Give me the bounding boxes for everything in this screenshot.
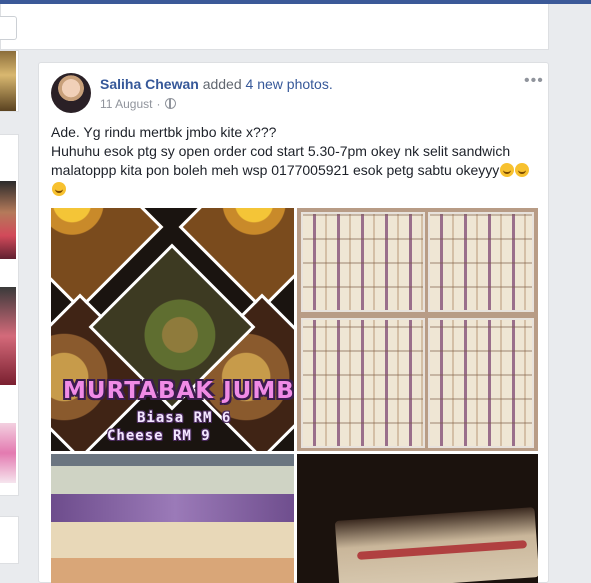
post-meta: 11 August · [100,97,176,111]
previous-post-card [0,4,549,50]
author-name-link[interactable]: Saliha Chewan [100,76,199,92]
post-text-line: Huhuhu esok ptg sy open order cod start … [51,142,541,199]
post-photo-sandwich-boxes[interactable] [297,208,538,451]
murtabak-banner-title: MURTABAK JUMBO [63,378,294,404]
post-photo-sandwich-closeup[interactable] [51,454,294,583]
sandwich-layer [51,494,294,524]
left-sidebar-card [0,50,19,112]
right-gutter [551,4,591,583]
sidebar-thumbnail[interactable] [0,287,16,385]
sandwich-box [428,318,534,448]
sandwich-box [428,212,534,312]
smile-emoji-icon [500,163,515,177]
meta-separator: · [156,97,161,111]
post-text-line: Ade. Yg rindu mertbk jmbo kite x??? [51,124,277,140]
more-options-icon[interactable]: ••• [524,72,544,90]
sandwich-layer [51,522,294,562]
sandwich-layer [51,558,294,583]
post-photo-murtabak[interactable]: MURTABAK JUMBO Biasa RM 6 Cheese RM 9 [51,208,294,451]
sandwich-box [301,212,425,312]
price-cheese-label: Cheese RM 9 [107,428,211,444]
left-sidebar-card [0,516,19,564]
post-text-content: Huhuhu esok ptg sy open order cod start … [51,143,511,178]
sandwich-layer [51,466,294,496]
post-body: Ade. Yg rindu mertbk jmbo kite x??? Huhu… [51,123,541,199]
left-sidebar-card [0,134,19,496]
price-regular-label: Biasa RM 6 [137,410,232,426]
post-action-text: added [202,76,242,92]
globe-icon[interactable] [164,98,176,109]
dropdown-icon[interactable] [0,16,17,40]
author-avatar[interactable] [51,73,91,113]
post-header: Saliha Chewan added 4 new photos. [100,76,333,92]
post-photo-sandwich-dark[interactable] [297,454,538,583]
sidebar-thumbnail[interactable] [0,181,16,259]
post-date-link[interactable]: 11 August [100,97,153,111]
smile-emoji-icon [52,182,66,196]
sidebar-thumbnail[interactable] [0,51,16,111]
smile-emoji-icon [515,163,530,177]
sandwich-box [301,318,425,448]
photos-count-link[interactable]: 4 new photos. [246,76,333,92]
sidebar-thumbnail[interactable] [0,423,16,483]
